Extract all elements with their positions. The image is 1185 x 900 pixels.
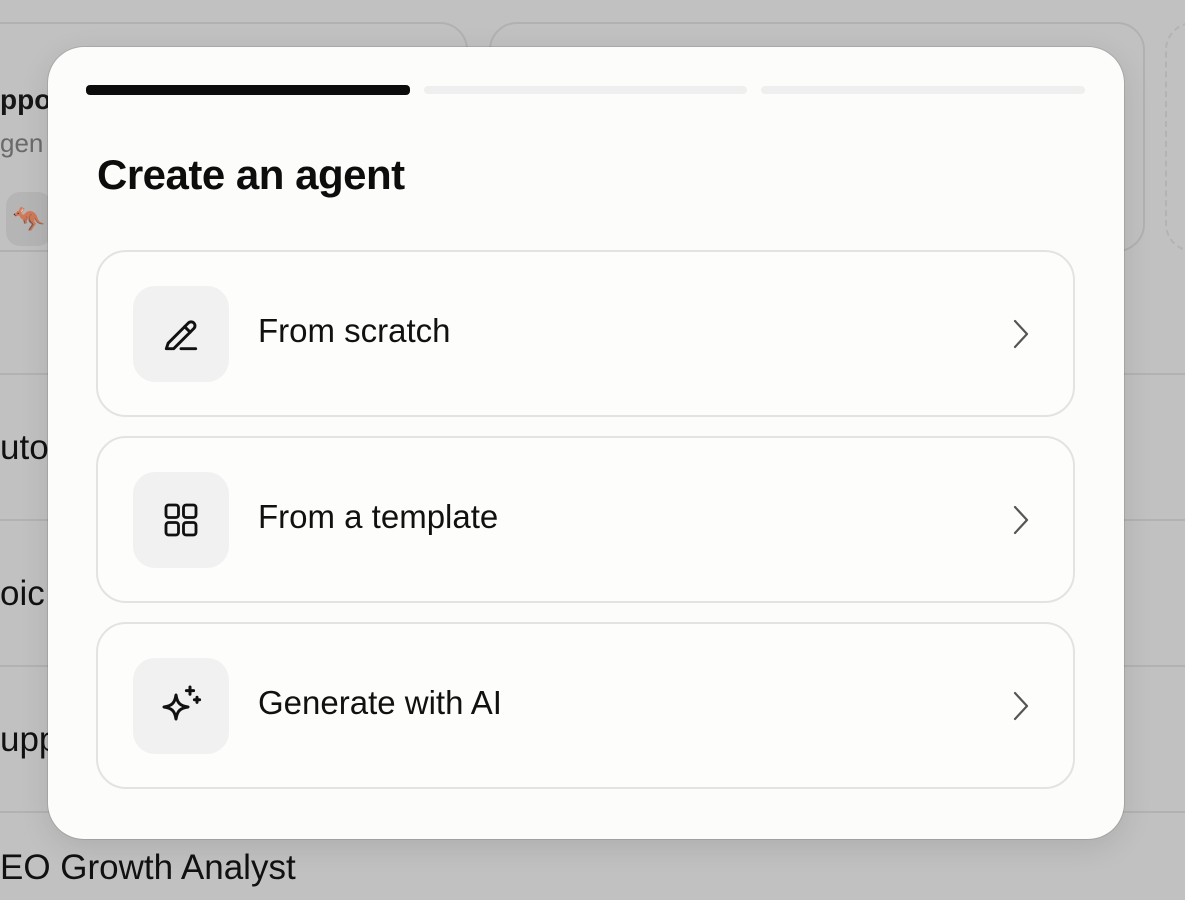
option-label: From scratch [258, 312, 451, 349]
step-indicator-3 [761, 86, 1086, 94]
background-row-label: oic [0, 574, 45, 613]
step-indicator-1 [86, 85, 410, 95]
create-agent-modal: Create an agent From scratch From a temp… [48, 47, 1124, 839]
option-icon-box [133, 286, 229, 382]
option-icon-box [133, 472, 229, 568]
option-from-scratch[interactable]: From scratch [96, 250, 1075, 417]
modal-title: Create an agent [97, 151, 405, 198]
chevron-right-icon [1009, 316, 1033, 352]
step-progress [86, 85, 1086, 95]
background-card-avatar: 🦘 [6, 192, 52, 246]
grid-icon [164, 503, 198, 537]
option-label: From a template [258, 498, 499, 535]
background-row-label: uto [0, 428, 49, 467]
sparkle-icon [162, 685, 202, 721]
chevron-right-icon [1009, 502, 1033, 538]
background-card-title: ppo [0, 84, 52, 115]
chevron-right-icon [1009, 688, 1033, 724]
background-row-label: EO Growth Analyst [0, 848, 296, 887]
option-label: Generate with AI [258, 684, 502, 721]
background-card-subtitle: gen [0, 128, 44, 158]
pencil-icon [164, 320, 198, 351]
background-new-card [1165, 22, 1185, 252]
option-generate-with-ai[interactable]: Generate with AI [96, 622, 1075, 789]
option-icon-box [133, 658, 229, 754]
kangaroo-emoji: 🦘 [12, 203, 46, 234]
step-indicator-2 [423, 86, 748, 94]
option-from-template[interactable]: From a template [96, 436, 1075, 603]
